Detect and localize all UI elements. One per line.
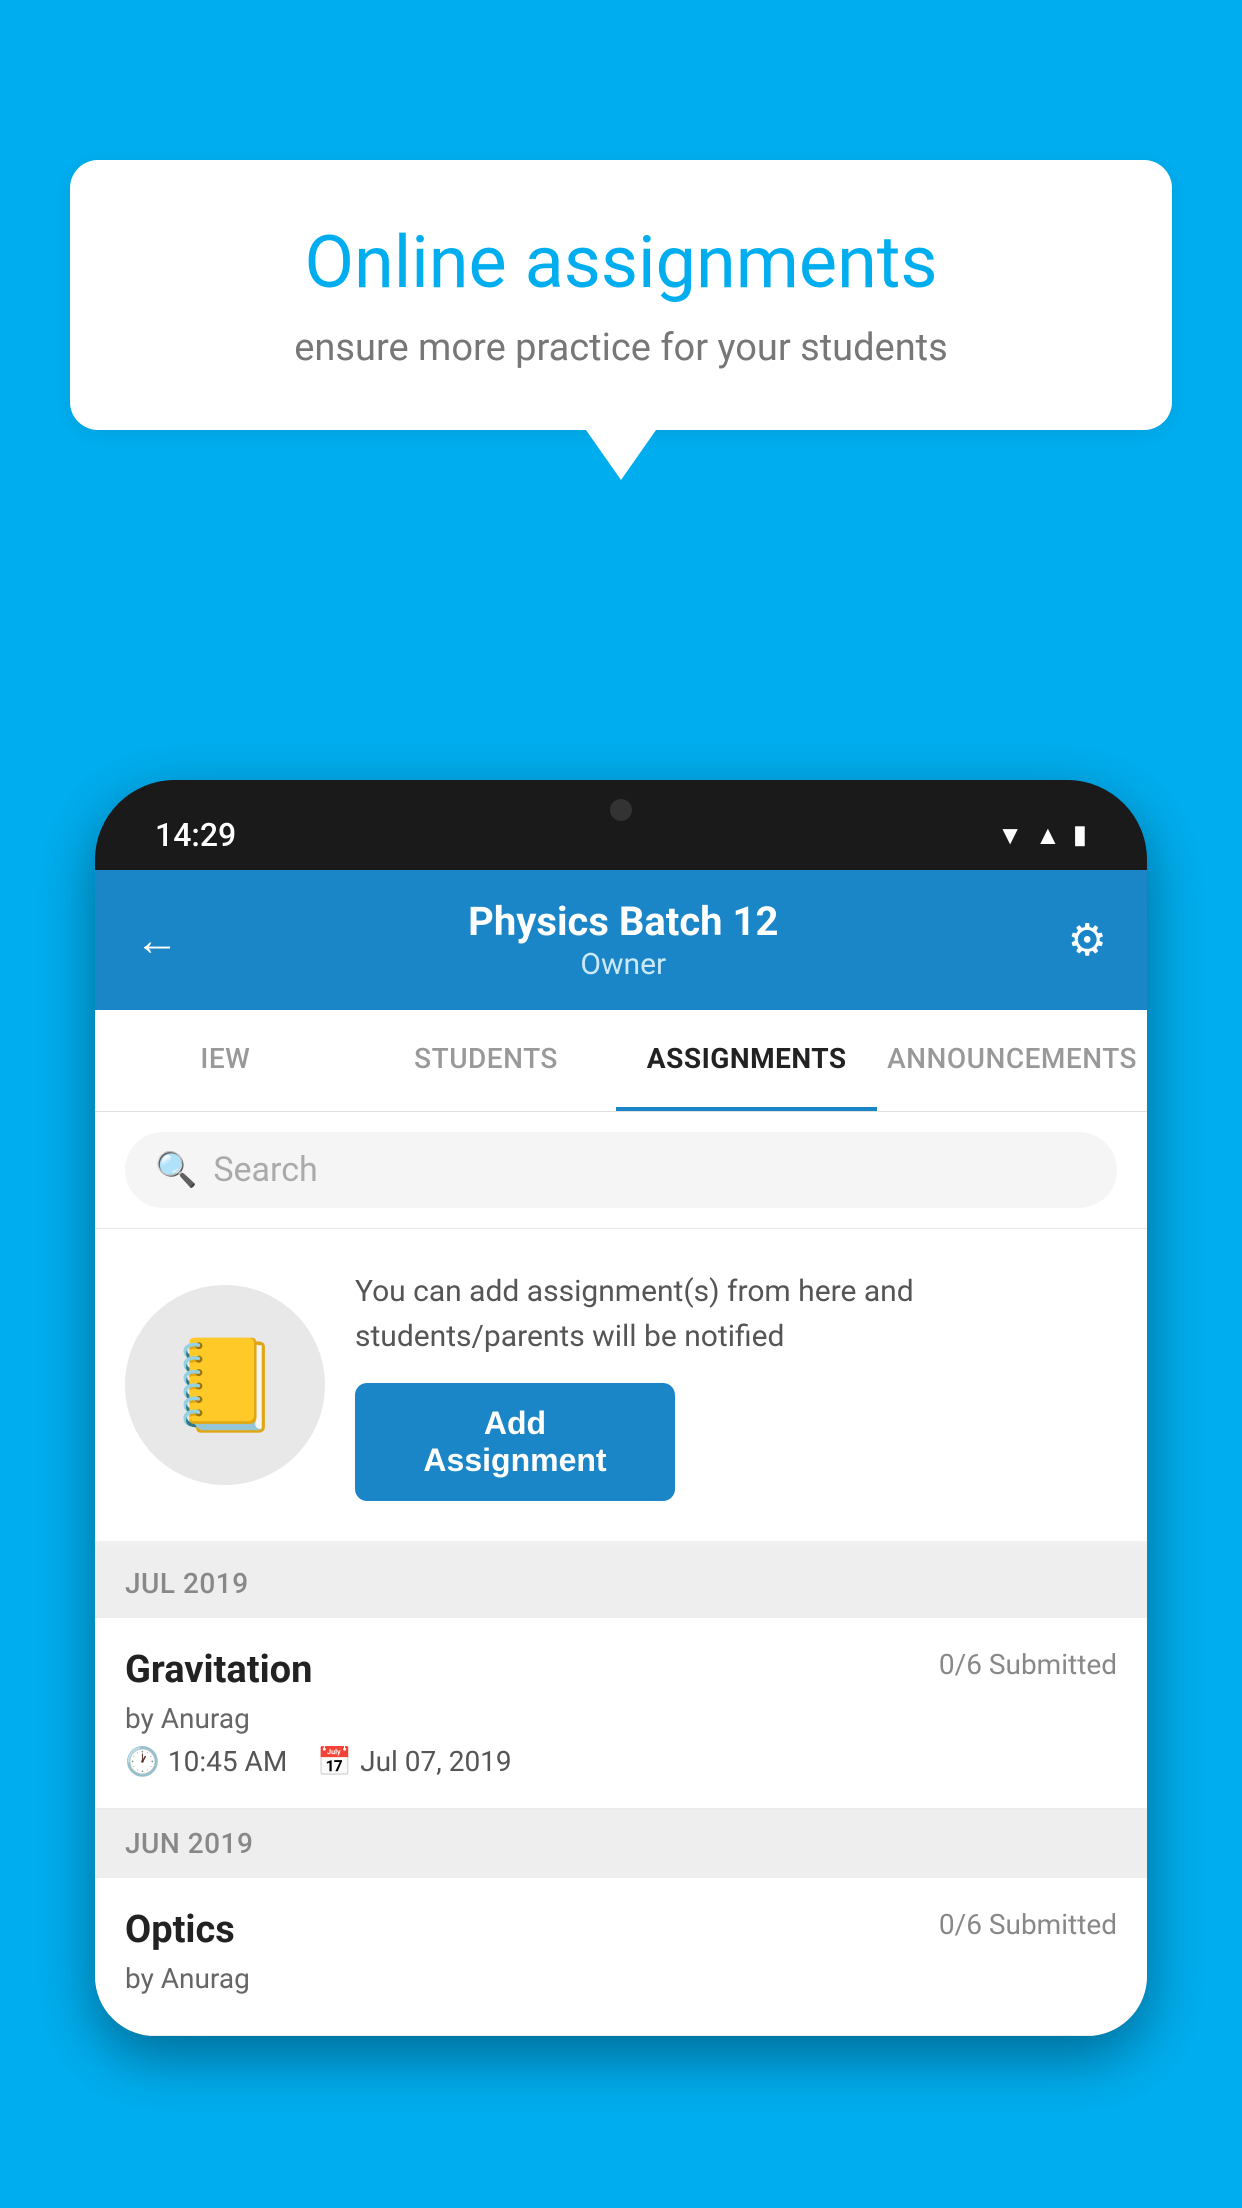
phone-wrapper: 14:29 ▼ ▲ ▮ ← Physics Batch 12 Owner ⚙	[95, 780, 1147, 2208]
batch-subtitle: Owner	[468, 947, 778, 982]
search-icon: 🔍	[155, 1150, 197, 1190]
status-icons: ▼ ▲ ▮	[997, 820, 1087, 851]
month-jul-2019: JUL 2019	[95, 1549, 1147, 1618]
optics-row-top: Optics 0/6 Submitted	[125, 1908, 1117, 1952]
status-bar: 14:29 ▼ ▲ ▮	[95, 780, 1147, 870]
tab-assignments[interactable]: ASSIGNMENTS	[616, 1010, 877, 1111]
assignment-by-gravitation: by Anurag	[125, 1702, 1117, 1735]
wifi-icon: ▼	[997, 820, 1023, 851]
assignment-icon-circle: 📒	[125, 1285, 325, 1485]
assignment-time: 🕐 10:45 AM	[125, 1745, 287, 1778]
app-screen: ← Physics Batch 12 Owner ⚙ IEW STUDENTS …	[95, 870, 1147, 2036]
assignment-meta-gravitation: 🕐 10:45 AM 📅 Jul 07, 2019	[125, 1745, 1117, 1778]
speech-bubble-wrapper: Online assignments ensure more practice …	[70, 160, 1172, 480]
batch-title: Physics Batch 12	[468, 898, 778, 945]
speech-bubble-title: Online assignments	[140, 220, 1102, 306]
notebook-icon: 📒	[169, 1333, 281, 1438]
phone-notch	[531, 780, 711, 840]
assignment-row-top: Gravitation 0/6 Submitted	[125, 1648, 1117, 1692]
header-title-block: Physics Batch 12 Owner	[468, 898, 778, 982]
phone-frame: 14:29 ▼ ▲ ▮ ← Physics Batch 12 Owner ⚙	[95, 780, 1147, 2036]
info-description: You can add assignment(s) from here and …	[355, 1269, 1117, 1359]
camera	[610, 799, 632, 821]
assignment-title-optics: Optics	[125, 1908, 235, 1952]
clock-icon: 🕐	[125, 1745, 160, 1778]
info-section: 📒 You can add assignment(s) from here an…	[95, 1229, 1147, 1549]
info-right: You can add assignment(s) from here and …	[355, 1269, 1117, 1501]
month-jun-2019: JUN 2019	[95, 1809, 1147, 1878]
speech-bubble-subtitle: ensure more practice for your students	[140, 326, 1102, 370]
app-header: ← Physics Batch 12 Owner ⚙	[95, 870, 1147, 1010]
search-container: 🔍 Search	[95, 1112, 1147, 1229]
speech-bubble: Online assignments ensure more practice …	[70, 160, 1172, 430]
assignment-submitted-optics: 0/6 Submitted	[939, 1908, 1117, 1941]
signal-icon: ▲	[1035, 820, 1061, 851]
search-bar[interactable]: 🔍 Search	[125, 1132, 1117, 1208]
assignment-gravitation[interactable]: Gravitation 0/6 Submitted by Anurag 🕐 10…	[95, 1618, 1147, 1809]
search-placeholder-text: Search	[213, 1150, 317, 1190]
calendar-icon: 📅	[317, 1745, 352, 1778]
tabs-bar: IEW STUDENTS ASSIGNMENTS ANNOUNCEMENTS	[95, 1010, 1147, 1112]
add-assignment-button[interactable]: Add Assignment	[355, 1383, 675, 1501]
assignment-date: 📅 Jul 07, 2019	[317, 1745, 511, 1778]
gear-icon[interactable]: ⚙	[1068, 914, 1107, 966]
assignment-time-value: 10:45 AM	[168, 1745, 287, 1778]
tab-announcements[interactable]: ANNOUNCEMENTS	[877, 1010, 1147, 1111]
assignment-title-gravitation: Gravitation	[125, 1648, 312, 1692]
assignment-optics[interactable]: Optics 0/6 Submitted by Anurag	[95, 1878, 1147, 2036]
tab-iew[interactable]: IEW	[95, 1010, 356, 1111]
back-button[interactable]: ←	[135, 914, 179, 966]
battery-icon: ▮	[1073, 820, 1087, 850]
tab-students[interactable]: STUDENTS	[356, 1010, 617, 1111]
assignment-submitted-gravitation: 0/6 Submitted	[939, 1648, 1117, 1681]
assignment-by-optics: by Anurag	[125, 1962, 1117, 1995]
status-time: 14:29	[155, 816, 236, 854]
speech-bubble-tail	[586, 430, 656, 480]
assignment-date-value: Jul 07, 2019	[360, 1745, 512, 1778]
